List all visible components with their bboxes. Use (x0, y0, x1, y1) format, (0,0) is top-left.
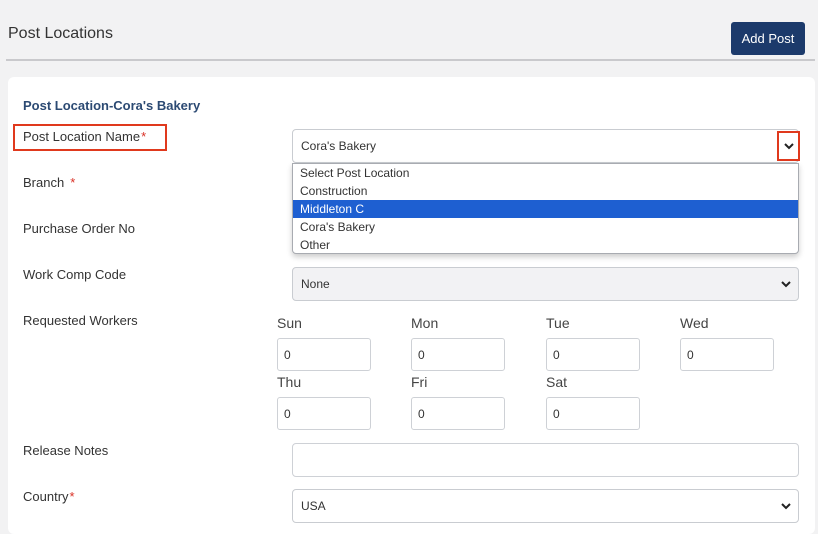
post-location-select-value: Cora's Bakery (301, 139, 376, 153)
sat-workers-input[interactable] (546, 397, 640, 430)
work-comp-code-value: None (301, 277, 330, 291)
work-comp-code-select[interactable]: None (292, 267, 799, 301)
dropdown-option[interactable]: Cora's Bakery (293, 218, 798, 236)
dropdown-option[interactable]: Select Post Location (293, 164, 798, 182)
country-select[interactable]: USA (292, 489, 799, 523)
country-select-value: USA (301, 499, 326, 513)
dropdown-option[interactable]: Construction (293, 182, 798, 200)
thu-workers-input[interactable] (277, 397, 371, 430)
post-location-select[interactable]: Cora's Bakery (292, 129, 799, 163)
wed-workers-input[interactable] (680, 338, 774, 371)
page-title: Post Locations (8, 25, 113, 42)
release-notes-input[interactable] (292, 443, 799, 477)
release-notes-label: Release Notes (23, 443, 109, 458)
dropdown-option-highlighted[interactable]: Middleton C (293, 200, 798, 218)
day-label-wed: Wed (680, 315, 709, 331)
day-label-mon: Mon (411, 315, 439, 331)
country-label: Country* (23, 489, 75, 504)
post-location-dropdown: Select Post Location Construction Middle… (292, 163, 799, 254)
section-title: Post Location-Cora's Bakery (23, 98, 201, 113)
branch-label-text: Branch (23, 175, 65, 190)
dropdown-option[interactable]: Other (293, 236, 798, 254)
day-label-sun: Sun (277, 315, 302, 331)
add-post-button[interactable]: Add Post (731, 22, 805, 55)
branch-label: Branch * (23, 175, 75, 190)
purchase-order-label: Purchase Order No (23, 221, 135, 236)
required-asterisk: * (141, 129, 147, 144)
chevron-down-icon (784, 143, 794, 150)
chevron-down-icon (781, 503, 791, 510)
work-comp-code-label: Work Comp Code (23, 267, 127, 282)
page-header: Post Locations Add Post (0, 0, 818, 61)
day-label-fri: Fri (411, 374, 428, 390)
country-label-text: Country (23, 489, 69, 504)
post-location-name-label-text: Post Location Name (23, 129, 141, 144)
sun-workers-input[interactable] (277, 338, 371, 371)
day-label-sat: Sat (546, 374, 568, 390)
required-asterisk: * (69, 489, 75, 504)
required-asterisk: * (70, 175, 76, 190)
dropdown-toggle-highlight[interactable] (777, 131, 800, 161)
tue-workers-input[interactable] (546, 338, 640, 371)
mon-workers-input[interactable] (411, 338, 505, 371)
chevron-down-icon (781, 281, 791, 288)
day-label-tue: Tue (546, 315, 570, 331)
requested-workers-label: Requested Workers (23, 313, 138, 328)
fri-workers-input[interactable] (411, 397, 505, 430)
day-label-thu: Thu (277, 374, 302, 390)
header-divider (6, 59, 815, 61)
post-location-name-label: Post Location Name* (23, 129, 146, 144)
